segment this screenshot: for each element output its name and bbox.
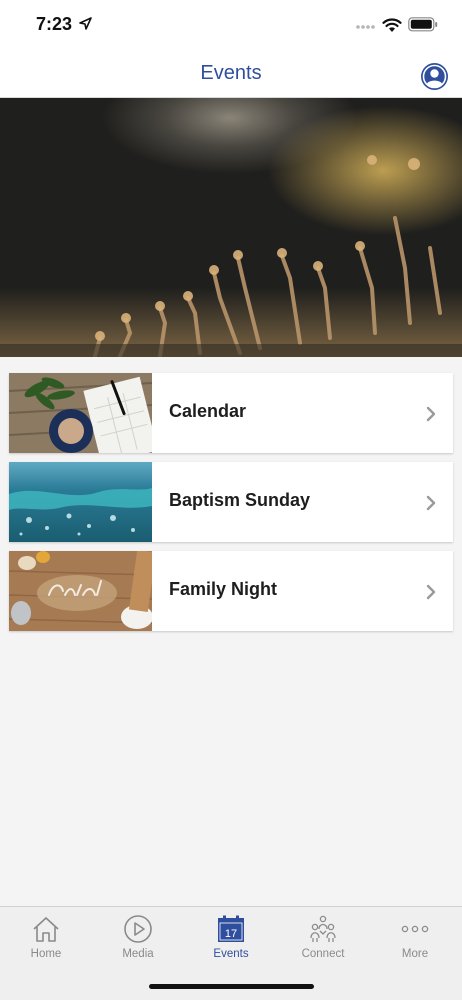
tab-label: More — [401, 948, 429, 960]
home-indicator[interactable] — [149, 984, 314, 989]
chevron-right-icon — [426, 406, 436, 422]
wifi-icon — [382, 18, 402, 32]
tab-more[interactable]: More — [369, 907, 461, 971]
more-icon — [401, 925, 429, 933]
calendar-icon: 17 — [218, 915, 244, 942]
user-avatar-icon — [422, 64, 447, 89]
people-icon — [310, 915, 336, 942]
baptism-thumbnail — [9, 462, 152, 542]
tab-label: Connect — [301, 948, 345, 960]
worship-hands-image — [0, 98, 462, 357]
location-arrow-icon — [79, 17, 92, 30]
nav-bar: Events — [0, 52, 462, 98]
hero-image — [0, 98, 462, 357]
family-night-thumbnail — [9, 551, 152, 631]
page-title: Events — [200, 62, 262, 84]
event-list: Calendar Baptism Sunday Family Night — [9, 373, 453, 640]
chevron-right-icon — [426, 495, 436, 511]
signal-icon — [356, 25, 375, 29]
status-time: 7:23 — [36, 14, 73, 34]
event-label: Baptism Sunday — [169, 490, 311, 510]
calendar-day: 17 — [225, 928, 237, 940]
event-label: Family Night — [169, 579, 278, 599]
event-item-family-night[interactable]: Family Night — [9, 551, 453, 631]
tab-home[interactable]: Home — [0, 907, 92, 971]
profile-button[interactable] — [421, 63, 448, 90]
event-item-calendar[interactable]: Calendar — [9, 373, 453, 453]
tab-media[interactable]: Media — [92, 907, 184, 971]
tab-label: Events — [213, 948, 249, 960]
tab-connect[interactable]: Connect — [277, 907, 369, 971]
chevron-right-icon — [426, 584, 436, 600]
event-label: Calendar — [169, 401, 247, 421]
status-bar: 7:23 — [0, 0, 462, 52]
tab-events[interactable]: 17 Events — [185, 907, 277, 971]
event-item-baptism-sunday[interactable]: Baptism Sunday — [9, 462, 453, 542]
calendar-thumbnail — [9, 373, 152, 453]
tab-label: Home — [30, 948, 62, 960]
tab-label: Media — [122, 948, 154, 960]
home-icon — [33, 917, 59, 942]
play-icon — [124, 915, 152, 943]
battery-icon — [408, 17, 438, 32]
